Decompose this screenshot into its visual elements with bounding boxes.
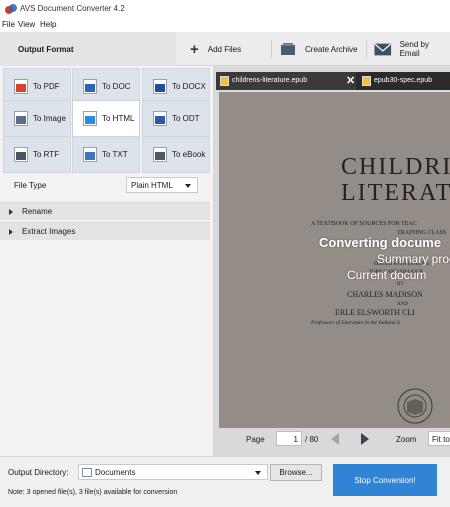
tab-epub30-spec[interactable]: epub30-spec.epub — [358, 72, 450, 90]
chevron-down-icon — [185, 184, 191, 188]
page-number-input[interactable]: 1 — [276, 431, 302, 446]
doc-by-line: BY — [397, 282, 404, 287]
output-directory-label: Output Directory: — [8, 468, 69, 477]
toolbar-divider — [366, 40, 367, 58]
send-by-email-label: Send by Email — [399, 40, 429, 58]
chevron-down-icon — [255, 471, 261, 475]
page-total: / 80 — [305, 435, 319, 444]
output-format-header: Output Format — [0, 32, 176, 66]
format-image-button[interactable]: To Image — [3, 100, 71, 137]
doc-and-line: AND — [397, 302, 408, 307]
ebook-icon — [153, 147, 167, 162]
extract-images-section[interactable]: Extract Images — [0, 222, 210, 240]
menu-file[interactable]: File — [2, 20, 15, 29]
file-type-value: Plain HTML — [131, 181, 173, 190]
create-archive-label: Create Archive — [305, 44, 358, 54]
doc-author1: CHARLES MADISON — [347, 290, 423, 299]
rtf-icon — [14, 147, 28, 162]
extract-images-label: Extract Images — [22, 227, 76, 236]
menu-bar: File View Help — [0, 18, 450, 32]
doc-title-line2: LITERAT — [341, 180, 450, 206]
format-label: To HTML — [102, 114, 135, 123]
caret-right-icon — [9, 229, 13, 235]
rename-section[interactable]: Rename — [0, 202, 210, 220]
format-ebook-button[interactable]: To eBook — [142, 136, 210, 173]
email-icon — [374, 43, 392, 55]
format-label: To RTF — [33, 150, 60, 159]
docx-icon — [153, 79, 167, 94]
format-txt-button[interactable]: To TXT — [72, 136, 140, 173]
txt-icon — [83, 147, 97, 162]
doc-title-line1: CHILDRI — [341, 154, 450, 180]
format-label: To eBook — [172, 150, 206, 159]
doc-affiliation: Professors of Literature in the Indiana … — [311, 320, 400, 326]
epub-file-icon — [220, 76, 229, 86]
document-tab-bar: childrens-literature.epub ✕ epub30-spec.… — [216, 72, 450, 90]
browse-button[interactable]: Browse... — [270, 464, 322, 481]
add-files-button[interactable]: + Add Files — [190, 32, 241, 66]
format-label: To DOC — [102, 82, 131, 91]
format-label: To Image — [33, 114, 66, 123]
doc-icon — [83, 79, 97, 94]
add-files-label: Add Files — [207, 44, 242, 54]
tab-label: childrens-literature.epub — [232, 77, 308, 84]
format-html-button[interactable]: To HTML — [72, 100, 140, 137]
format-label: To PDF — [33, 82, 60, 91]
file-count-note: Note: 3 opened file(s), 3 file(s) availa… — [8, 489, 178, 496]
close-tab-icon[interactable]: ✕ — [346, 74, 355, 87]
toolbar: Output Format + Add Files Create Archive… — [0, 32, 450, 66]
plus-icon: + — [190, 40, 199, 58]
epub-file-icon — [362, 76, 371, 86]
caret-right-icon — [9, 209, 13, 215]
output-directory-value: Documents — [95, 468, 136, 477]
app-logo-icon — [5, 4, 17, 14]
page-label: Page — [246, 435, 265, 444]
pdf-icon — [14, 79, 28, 94]
file-type-label: File Type — [14, 181, 47, 190]
format-rtf-button[interactable]: To RTF — [3, 136, 71, 173]
menu-view[interactable]: View — [18, 20, 35, 29]
folder-icon — [82, 468, 92, 477]
file-type-select[interactable]: Plain HTML — [126, 177, 198, 193]
menu-help[interactable]: Help — [40, 20, 56, 29]
format-label: To DOCX — [172, 82, 206, 91]
document-preview: CHILDRI LITERAT A TEXTBOOK OF SOURCES FO… — [219, 92, 450, 428]
stop-conversion-button[interactable]: Stop Conversion! — [333, 464, 437, 496]
html-icon — [83, 111, 97, 126]
rename-label: Rename — [22, 207, 53, 216]
doc-subtitle-line1: A TEXTBOOK OF SOURCES FOR TEAC — [311, 221, 417, 227]
window-title: AVS Document Converter 4.2 — [20, 4, 125, 13]
output-directory-select[interactable]: Documents — [78, 464, 268, 480]
format-label: To TXT — [102, 150, 128, 159]
tab-label: epub30-spec.epub — [374, 77, 432, 84]
odt-icon — [153, 111, 167, 126]
create-archive-button[interactable]: Create Archive — [280, 32, 357, 66]
send-by-email-button[interactable]: Send by Email — [374, 32, 450, 66]
next-page-icon[interactable] — [361, 433, 369, 445]
title-bar: AVS Document Converter 4.2 — [0, 0, 450, 18]
current-document-text: Current docum — [347, 268, 427, 282]
image-icon — [14, 111, 28, 126]
format-label: To ODT — [172, 114, 200, 123]
format-odt-button[interactable]: To ODT — [142, 100, 210, 137]
archive-icon — [281, 43, 295, 55]
converting-status-text: Converting docume — [319, 235, 442, 250]
tab-childrens-literature[interactable]: childrens-literature.epub ✕ — [216, 72, 356, 90]
publisher-seal-icon — [397, 388, 433, 424]
previous-page-icon[interactable] — [331, 433, 339, 445]
zoom-label: Zoom — [396, 435, 417, 444]
summary-progress-text: Summary proc — [377, 252, 450, 266]
zoom-select[interactable]: Fit to — [428, 431, 450, 446]
doc-author2: ERLE ELSWORTH CLI — [335, 308, 415, 317]
toolbar-divider — [271, 40, 272, 58]
